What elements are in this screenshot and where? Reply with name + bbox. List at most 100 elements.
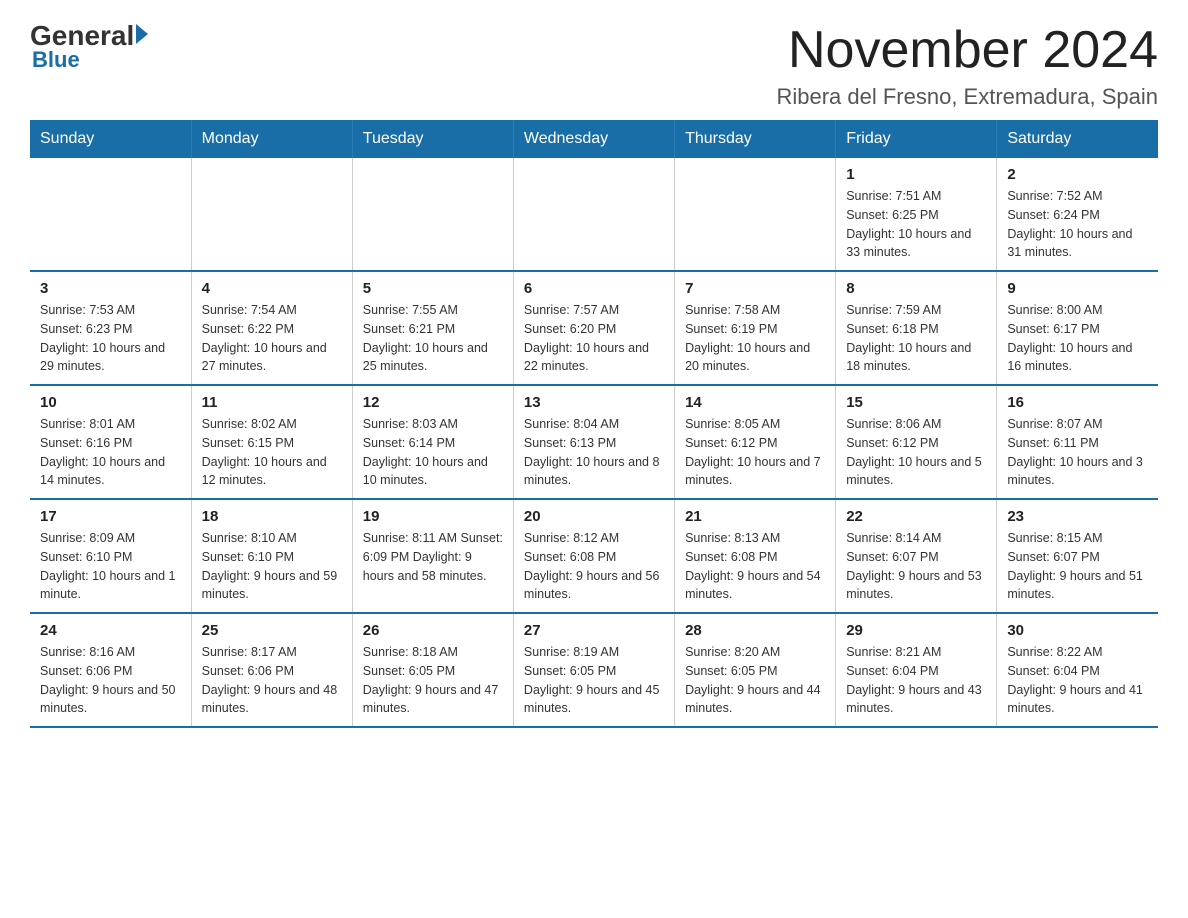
- header-friday: Friday: [836, 120, 997, 158]
- calendar-week-row: 10Sunrise: 8:01 AM Sunset: 6:16 PM Dayli…: [30, 385, 1158, 499]
- calendar-cell: 17 Sunrise: 8:09 AM Sunset: 6:10 PM Dayli…: [30, 499, 191, 613]
- calendar-cell: 22Sunrise: 8:14 AM Sunset: 6:07 PM Dayli…: [836, 499, 997, 613]
- day-number: 30: [1007, 622, 1148, 639]
- calendar-cell: 19Sunrise: 8:11 AM Sunset: 6:09 PM Dayli…: [352, 499, 513, 613]
- header-monday: Monday: [191, 120, 352, 158]
- day-number: 5: [363, 280, 503, 297]
- day-number: 21: [685, 508, 825, 525]
- calendar-cell: 7 Sunrise: 7:58 AM Sunset: 6:19 PM Daylig…: [675, 271, 836, 385]
- day-number: 9: [1007, 280, 1148, 297]
- calendar-cell: 8 Sunrise: 7:59 AM Sunset: 6:18 PM Daylig…: [836, 271, 997, 385]
- header-thursday: Thursday: [675, 120, 836, 158]
- calendar-week-row: 24Sunrise: 8:16 AM Sunset: 6:06 PM Dayli…: [30, 613, 1158, 727]
- day-info: Sunrise: 7:55 AM Sunset: 6:21 PM Dayligh…: [363, 301, 503, 376]
- calendar-cell: 24Sunrise: 8:16 AM Sunset: 6:06 PM Dayli…: [30, 613, 191, 727]
- day-number: 8: [846, 280, 986, 297]
- calendar-cell: [191, 158, 352, 271]
- calendar-cell: [352, 158, 513, 271]
- header-sunday: Sunday: [30, 120, 191, 158]
- day-number: 29: [846, 622, 986, 639]
- page-header: General Blue November 2024 Ribera del Fr…: [30, 20, 1158, 110]
- calendar-cell: 12 Sunrise: 8:03 AM Sunset: 6:14 PM Dayli…: [352, 385, 513, 499]
- day-number: 28: [685, 622, 825, 639]
- calendar-cell: 16 Sunrise: 8:07 AM Sunset: 6:11 PM Dayli…: [997, 385, 1158, 499]
- day-number: 12: [363, 394, 503, 411]
- day-number: 18: [202, 508, 342, 525]
- calendar-cell: 10Sunrise: 8:01 AM Sunset: 6:16 PM Dayli…: [30, 385, 191, 499]
- calendar-cell: [30, 158, 191, 271]
- calendar-cell: 6 Sunrise: 7:57 AM Sunset: 6:20 PM Daylig…: [513, 271, 674, 385]
- logo-arrow-icon: [136, 24, 148, 44]
- day-info: Sunrise: 8:17 AM Sunset: 6:06 PM Dayligh…: [202, 643, 342, 718]
- day-info: Sunrise: 8:22 AM Sunset: 6:04 PM Dayligh…: [1007, 643, 1148, 718]
- calendar-cell: 27 Sunrise: 8:19 AM Sunset: 6:05 PM Dayli…: [513, 613, 674, 727]
- day-number: 7: [685, 280, 825, 297]
- calendar-title: November 2024: [776, 20, 1158, 80]
- day-info: Sunrise: 8:20 AM Sunset: 6:05 PM Dayligh…: [685, 643, 825, 718]
- calendar-week-row: 17 Sunrise: 8:09 AM Sunset: 6:10 PM Dayli…: [30, 499, 1158, 613]
- day-info: Sunrise: 8:09 AM Sunset: 6:10 PM Dayligh…: [40, 529, 181, 604]
- day-info: Sunrise: 8:18 AM Sunset: 6:05 PM Dayligh…: [363, 643, 503, 718]
- calendar-cell: 9 Sunrise: 8:00 AM Sunset: 6:17 PM Daylig…: [997, 271, 1158, 385]
- day-number: 15: [846, 394, 986, 411]
- header-saturday: Saturday: [997, 120, 1158, 158]
- day-number: 17: [40, 508, 181, 525]
- calendar-cell: 29 Sunrise: 8:21 AM Sunset: 6:04 PM Dayli…: [836, 613, 997, 727]
- calendar-header-row: Sunday Monday Tuesday Wednesday Thursday…: [30, 120, 1158, 158]
- calendar-cell: 25 Sunrise: 8:17 AM Sunset: 6:06 PM Dayli…: [191, 613, 352, 727]
- day-info: Sunrise: 7:59 AM Sunset: 6:18 PM Dayligh…: [846, 301, 986, 376]
- day-number: 4: [202, 280, 342, 297]
- day-number: 2: [1007, 166, 1148, 183]
- logo-blue-text: Blue: [32, 47, 80, 73]
- day-info: Sunrise: 8:07 AM Sunset: 6:11 PM Dayligh…: [1007, 415, 1148, 490]
- calendar-cell: 14Sunrise: 8:05 AM Sunset: 6:12 PM Dayli…: [675, 385, 836, 499]
- day-info: Sunrise: 7:57 AM Sunset: 6:20 PM Dayligh…: [524, 301, 664, 376]
- day-info: Sunrise: 7:53 AM Sunset: 6:23 PM Dayligh…: [40, 301, 181, 376]
- calendar-cell: 28 Sunrise: 8:20 AM Sunset: 6:05 PM Dayli…: [675, 613, 836, 727]
- calendar-cell: 1 Sunrise: 7:51 AM Sunset: 6:25 PM Daylig…: [836, 158, 997, 271]
- day-number: 1: [846, 166, 986, 183]
- calendar-table: Sunday Monday Tuesday Wednesday Thursday…: [30, 120, 1158, 728]
- day-info: Sunrise: 8:15 AM Sunset: 6:07 PM Dayligh…: [1007, 529, 1148, 604]
- day-info: Sunrise: 8:14 AM Sunset: 6:07 PM Dayligh…: [846, 529, 986, 604]
- day-info: Sunrise: 8:12 AM Sunset: 6:08 PM Dayligh…: [524, 529, 664, 604]
- calendar-subtitle: Ribera del Fresno, Extremadura, Spain: [776, 84, 1158, 110]
- day-info: Sunrise: 8:06 AM Sunset: 6:12 PM Dayligh…: [846, 415, 986, 490]
- day-info: Sunrise: 7:51 AM Sunset: 6:25 PM Dayligh…: [846, 187, 986, 262]
- day-number: 23: [1007, 508, 1148, 525]
- day-number: 16: [1007, 394, 1148, 411]
- day-info: Sunrise: 8:01 AM Sunset: 6:16 PM Dayligh…: [40, 415, 181, 490]
- day-info: Sunrise: 8:13 AM Sunset: 6:08 PM Dayligh…: [685, 529, 825, 604]
- day-info: Sunrise: 8:21 AM Sunset: 6:04 PM Dayligh…: [846, 643, 986, 718]
- day-number: 6: [524, 280, 664, 297]
- day-info: Sunrise: 8:00 AM Sunset: 6:17 PM Dayligh…: [1007, 301, 1148, 376]
- calendar-cell: [675, 158, 836, 271]
- calendar-cell: 4 Sunrise: 7:54 AM Sunset: 6:22 PM Daylig…: [191, 271, 352, 385]
- day-info: Sunrise: 8:04 AM Sunset: 6:13 PM Dayligh…: [524, 415, 664, 490]
- calendar-cell: 5 Sunrise: 7:55 AM Sunset: 6:21 PM Daylig…: [352, 271, 513, 385]
- calendar-cell: 20Sunrise: 8:12 AM Sunset: 6:08 PM Dayli…: [513, 499, 674, 613]
- day-info: Sunrise: 7:58 AM Sunset: 6:19 PM Dayligh…: [685, 301, 825, 376]
- day-number: 19: [363, 508, 503, 525]
- day-number: 27: [524, 622, 664, 639]
- day-number: 26: [363, 622, 503, 639]
- day-info: Sunrise: 8:03 AM Sunset: 6:14 PM Dayligh…: [363, 415, 503, 490]
- day-info: Sunrise: 7:54 AM Sunset: 6:22 PM Dayligh…: [202, 301, 342, 376]
- calendar-cell: 21 Sunrise: 8:13 AM Sunset: 6:08 PM Dayli…: [675, 499, 836, 613]
- day-info: Sunrise: 8:19 AM Sunset: 6:05 PM Dayligh…: [524, 643, 664, 718]
- logo: General Blue: [30, 20, 148, 73]
- calendar-cell: 23 Sunrise: 8:15 AM Sunset: 6:07 PM Dayli…: [997, 499, 1158, 613]
- calendar-cell: 11 Sunrise: 8:02 AM Sunset: 6:15 PM Dayli…: [191, 385, 352, 499]
- header-tuesday: Tuesday: [352, 120, 513, 158]
- day-number: 25: [202, 622, 342, 639]
- calendar-cell: 26 Sunrise: 8:18 AM Sunset: 6:05 PM Dayli…: [352, 613, 513, 727]
- calendar-cell: 13Sunrise: 8:04 AM Sunset: 6:13 PM Dayli…: [513, 385, 674, 499]
- calendar-cell: 3 Sunrise: 7:53 AM Sunset: 6:23 PM Daylig…: [30, 271, 191, 385]
- day-info: Sunrise: 7:52 AM Sunset: 6:24 PM Dayligh…: [1007, 187, 1148, 262]
- calendar-cell: 15 Sunrise: 8:06 AM Sunset: 6:12 PM Dayli…: [836, 385, 997, 499]
- calendar-cell: [513, 158, 674, 271]
- day-number: 3: [40, 280, 181, 297]
- calendar-cell: 30 Sunrise: 8:22 AM Sunset: 6:04 PM Dayli…: [997, 613, 1158, 727]
- day-number: 11: [202, 394, 342, 411]
- day-info: Sunrise: 8:02 AM Sunset: 6:15 PM Dayligh…: [202, 415, 342, 490]
